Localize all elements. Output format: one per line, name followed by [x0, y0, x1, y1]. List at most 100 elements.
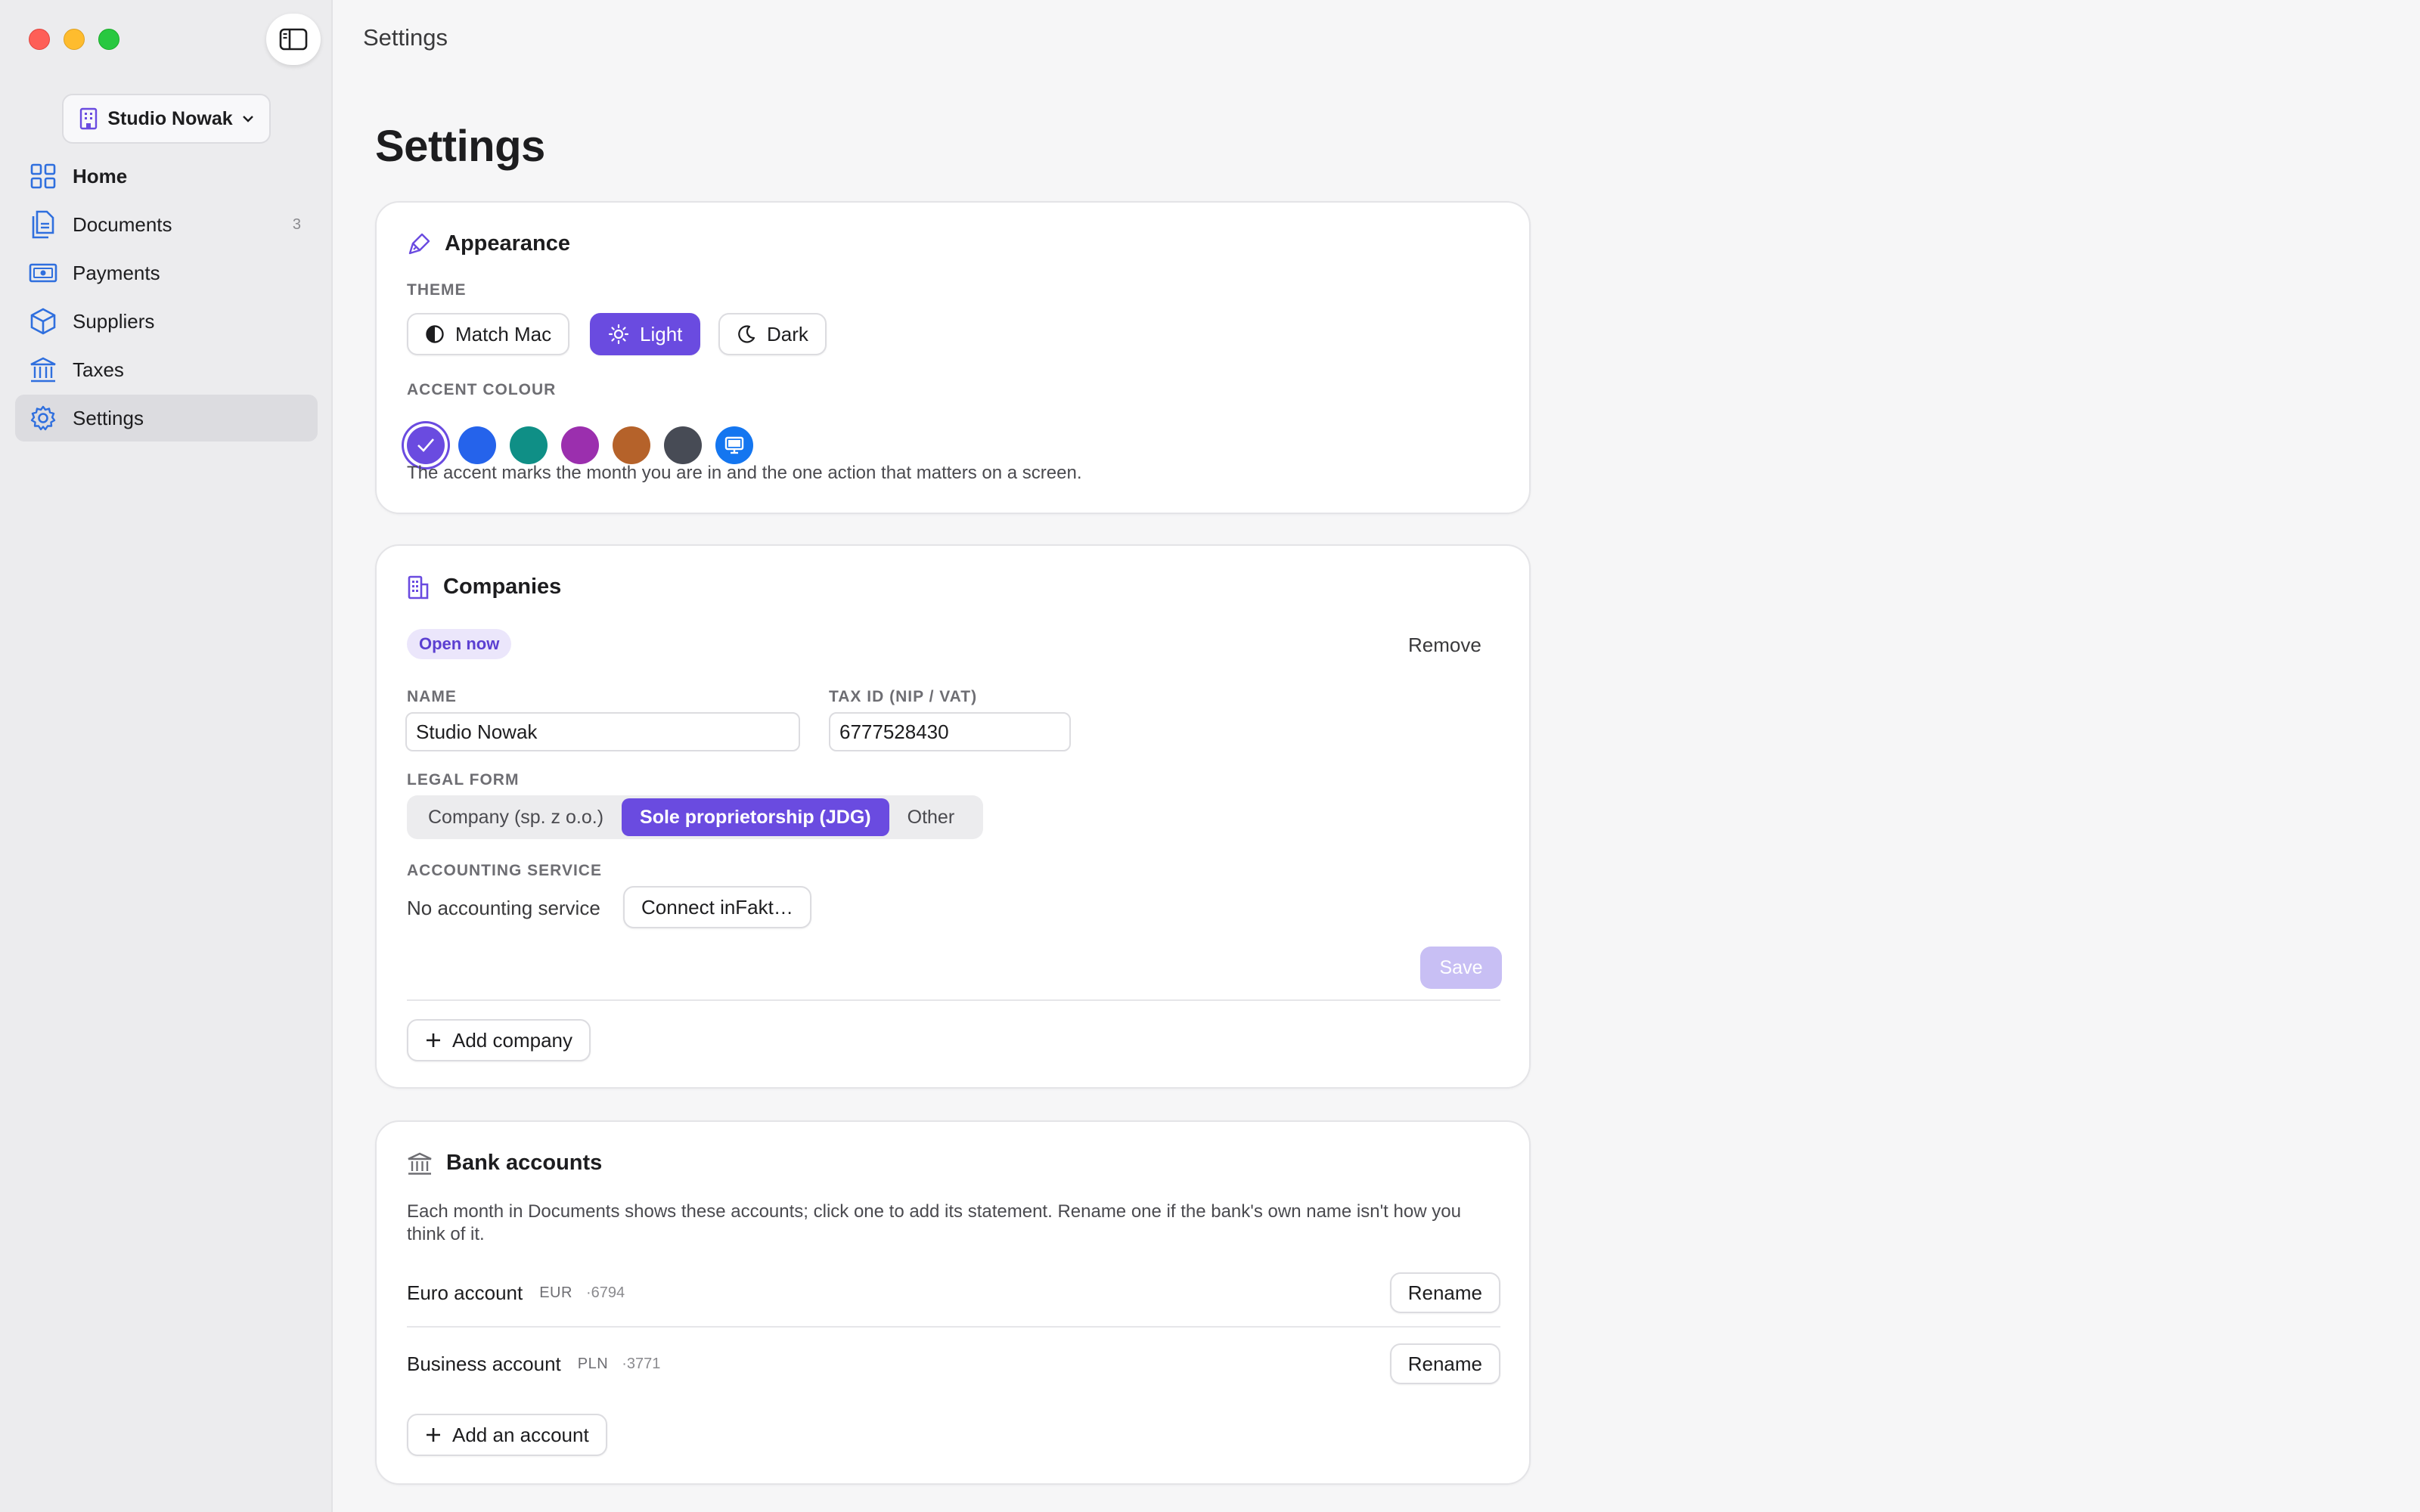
sidebar: Studio Nowak Home Documents 3 Payments S… — [0, 0, 333, 1512]
accent-swatch-graphite[interactable] — [664, 426, 702, 464]
sidebar-item-label: Taxes — [73, 358, 124, 381]
sidebar-item-label: Documents — [73, 212, 172, 236]
bank-accounts-description: Each month in Documents shows these acco… — [407, 1201, 1461, 1244]
account-number: ·6794 — [585, 1284, 625, 1301]
plus-icon — [427, 1033, 440, 1047]
account-currency: EUR — [539, 1284, 572, 1301]
company-switcher[interactable]: Studio Nowak — [62, 94, 271, 144]
building-icon — [408, 575, 429, 599]
sidebar-item-settings[interactable]: Settings — [15, 395, 318, 442]
add-account-button[interactable]: Add an account — [407, 1414, 607, 1456]
companies-header: Companies — [407, 575, 561, 600]
legal-form-selector: Company (sp. z o.o.) Sole proprietorship… — [407, 795, 983, 839]
theme-option-label: Match Mac — [455, 322, 552, 345]
sidebar-item-label: Suppliers — [73, 309, 155, 333]
accent-swatch-brown[interactable] — [613, 426, 650, 464]
sidebar-item-label: Home — [73, 164, 128, 187]
sidebar-item-label: Settings — [73, 406, 144, 429]
divider — [407, 1326, 1500, 1328]
theme-option-label: Dark — [767, 322, 808, 345]
companies-title: Companies — [443, 575, 562, 599]
accent-swatch-magenta[interactable] — [561, 426, 599, 464]
appearance-title: Appearance — [445, 231, 571, 256]
grid-icon — [29, 162, 57, 191]
paintbrush-icon — [408, 233, 430, 254]
theme-dark-button[interactable]: Dark — [718, 313, 827, 355]
connect-infakt-label: Connect inFakt… — [641, 895, 793, 919]
accounting-service-value: No accounting service — [407, 897, 600, 919]
bank-accounts-header: Bank accounts — [407, 1151, 602, 1176]
window-controls — [29, 29, 119, 50]
sidebar-item-taxes[interactable]: Taxes — [15, 346, 318, 393]
theme-light-button[interactable]: Light — [590, 313, 701, 355]
bank-accounts-card: Bank accounts Each month in Documents sh… — [375, 1120, 1531, 1485]
sun-icon — [608, 324, 629, 345]
appearance-header: Appearance — [407, 231, 570, 256]
minimize-window-button[interactable] — [64, 29, 85, 50]
legal-form-label: LEGAL FORM — [407, 771, 520, 789]
remove-company-button[interactable]: Remove — [1408, 634, 1481, 657]
theme-option-label: Light — [640, 322, 683, 345]
half-circle-icon — [426, 325, 444, 343]
bank-icon — [408, 1152, 432, 1175]
building-icon — [80, 107, 98, 130]
theme-match-mac-button[interactable]: Match Mac — [407, 313, 570, 355]
gear-icon — [29, 404, 57, 432]
add-account-label: Add an account — [452, 1423, 589, 1446]
sidebar-item-suppliers[interactable]: Suppliers — [15, 298, 318, 345]
documents-icon — [29, 210, 57, 239]
legal-form-option-other[interactable]: Other — [889, 798, 973, 836]
tax-id-label: TAX ID (NIP / VAT) — [829, 688, 978, 705]
companies-card: Companies Open now Remove NAME TAX ID (N… — [375, 544, 1531, 1089]
accent-swatch-system[interactable] — [715, 426, 753, 464]
sidebar-item-documents[interactable]: Documents 3 — [15, 201, 318, 248]
add-company-label: Add company — [452, 1028, 572, 1052]
accent-swatch-blue[interactable] — [458, 426, 496, 464]
accounting-service-label: ACCOUNTING SERVICE — [407, 862, 602, 879]
sidebar-nav: Home Documents 3 Payments Suppliers Taxe… — [15, 153, 318, 443]
name-label: NAME — [407, 688, 457, 705]
sidebar-icon — [279, 28, 308, 51]
company-switcher-label: Studio Nowak — [107, 107, 233, 129]
monitor-icon — [724, 436, 744, 454]
bank-accounts-title: Bank accounts — [446, 1151, 603, 1175]
banknote-icon — [29, 259, 57, 287]
tax-id-field[interactable]: 6777528430 — [829, 712, 1071, 751]
accent-hint-text: The accent marks the month you are in an… — [407, 463, 1082, 483]
close-window-button[interactable] — [29, 29, 50, 50]
save-button[interactable]: Save — [1420, 947, 1502, 989]
legal-form-option-company[interactable]: Company (sp. z o.o.) — [410, 798, 622, 836]
accent-swatch-purple[interactable] — [407, 426, 445, 464]
divider — [407, 999, 1500, 1001]
status-badge: Open now — [407, 629, 512, 659]
checkmark-icon — [417, 438, 434, 452]
legal-form-option-jdg[interactable]: Sole proprietorship (JDG) — [622, 798, 889, 836]
chevron-down-icon — [242, 116, 253, 122]
sidebar-item-count: 3 — [292, 215, 301, 233]
window-title: Settings — [363, 24, 448, 51]
connect-infakt-button[interactable]: Connect inFakt… — [623, 886, 811, 928]
account-row[interactable]: Euro account EUR ·6794 Rename — [407, 1270, 1500, 1315]
sidebar-item-label: Payments — [73, 261, 160, 284]
account-name: Business account — [407, 1352, 561, 1375]
rename-account-button[interactable]: Rename — [1389, 1343, 1500, 1384]
box-icon — [29, 307, 57, 336]
account-name: Euro account — [407, 1281, 523, 1304]
account-currency: PLN — [577, 1355, 609, 1372]
company-name-field[interactable]: Studio Nowak — [405, 712, 800, 751]
add-company-button[interactable]: Add company — [407, 1019, 591, 1061]
zoom-window-button[interactable] — [98, 29, 119, 50]
sidebar-toggle-button[interactable] — [266, 14, 321, 65]
account-number: ·3771 — [622, 1355, 661, 1372]
sidebar-item-home[interactable]: Home — [15, 153, 318, 200]
sidebar-item-payments[interactable]: Payments — [15, 249, 318, 296]
accent-swatch-teal[interactable] — [510, 426, 548, 464]
plus-icon — [427, 1428, 440, 1442]
page-title: Settings — [375, 122, 545, 171]
rename-account-button[interactable]: Rename — [1389, 1272, 1500, 1313]
bank-icon — [29, 355, 57, 384]
moon-icon — [738, 325, 755, 343]
account-row[interactable]: Business account PLN ·3771 Rename — [407, 1341, 1500, 1387]
accent-colour-label: ACCENT COLOUR — [407, 381, 557, 398]
appearance-card: Appearance THEME Match Mac Light Dark AC… — [375, 201, 1531, 514]
